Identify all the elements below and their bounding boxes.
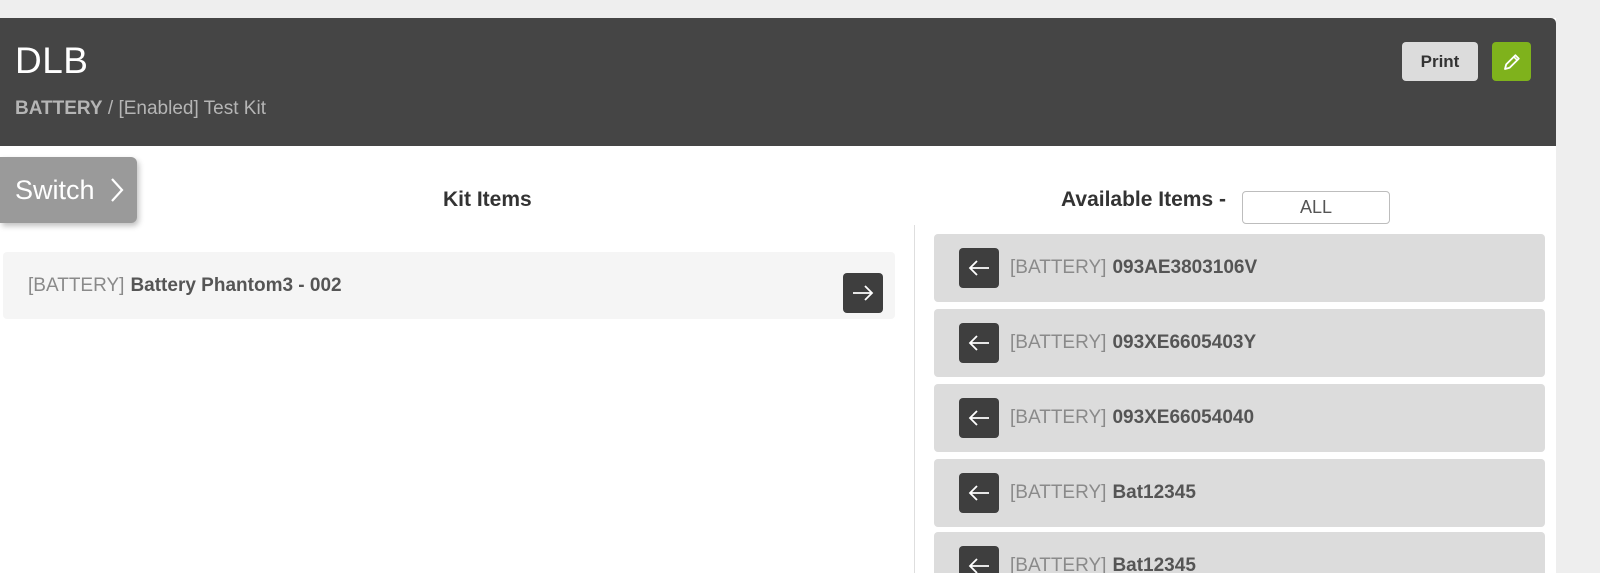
item-name: 093AE3803106V <box>1112 257 1258 278</box>
item-category: [BATTERY] <box>1010 257 1107 278</box>
item-category: [BATTERY] <box>28 274 125 296</box>
breadcrumb-kit-name: [Enabled] Test Kit <box>118 98 266 119</box>
kit-items-heading: Kit Items <box>443 188 532 211</box>
item-category: [BATTERY] <box>1010 555 1107 573</box>
kit-panel: DLB BATTERY / [Enabled] Test Kit Print K… <box>0 18 1556 573</box>
add-to-kit-button[interactable] <box>959 248 999 288</box>
add-to-kit-button[interactable] <box>959 473 999 513</box>
arrow-right-icon <box>851 284 875 302</box>
add-to-kit-button[interactable] <box>959 546 999 573</box>
available-item-row: [BATTERY] Bat12345 <box>934 459 1545 527</box>
arrow-left-icon <box>967 409 991 427</box>
breadcrumb-category[interactable]: BATTERY <box>15 98 103 119</box>
available-item-text: [BATTERY] Bat12345 <box>1010 532 1196 573</box>
column-divider <box>914 225 915 573</box>
arrow-left-icon <box>967 334 991 352</box>
switch-label: Switch <box>15 174 95 205</box>
pencil-icon <box>1502 52 1522 72</box>
available-item-row: [BATTERY] 093AE3803106V <box>934 234 1545 302</box>
add-to-kit-button[interactable] <box>959 323 999 363</box>
available-item-text: [BATTERY] 093XE66054040 <box>1010 384 1254 452</box>
kit-item-text: [BATTERY] Battery Phantom3 - 002 <box>28 252 342 319</box>
remove-from-kit-button[interactable] <box>843 273 883 313</box>
available-item-row: [BATTERY] 093XE66054040 <box>934 384 1545 452</box>
item-category: [BATTERY] <box>1010 332 1107 353</box>
available-item-row: [BATTERY] 093XE6605403Y <box>934 309 1545 377</box>
page-header: DLB BATTERY / [Enabled] Test Kit Print <box>0 18 1556 146</box>
switch-button[interactable]: Switch <box>0 157 137 223</box>
add-to-kit-button[interactable] <box>959 398 999 438</box>
available-items-heading: Available Items - <box>1061 188 1226 211</box>
arrow-left-icon <box>967 557 991 573</box>
breadcrumb-separator: / <box>102 98 119 119</box>
item-name: 093XE6605403Y <box>1112 332 1257 353</box>
arrow-left-icon <box>967 484 991 502</box>
available-item-text: [BATTERY] 093XE6605403Y <box>1010 309 1256 377</box>
available-item-text: [BATTERY] 093AE3803106V <box>1010 234 1257 302</box>
item-category: [BATTERY] <box>1010 482 1107 503</box>
available-filter-input[interactable] <box>1242 191 1390 224</box>
item-category: [BATTERY] <box>1010 407 1107 428</box>
edit-button[interactable] <box>1492 42 1531 81</box>
item-name: Bat12345 <box>1112 555 1196 573</box>
print-button[interactable]: Print <box>1402 42 1478 81</box>
item-name: Bat12345 <box>1112 482 1196 503</box>
breadcrumb: BATTERY / [Enabled] Test Kit <box>15 98 266 120</box>
available-item-text: [BATTERY] Bat12345 <box>1010 459 1196 527</box>
item-name: 093XE66054040 <box>1112 407 1255 428</box>
chevron-right-icon <box>109 176 125 204</box>
available-item-row: [BATTERY] Bat12345 <box>934 532 1545 573</box>
item-name: Battery Phantom3 - 002 <box>130 274 342 296</box>
kit-item-row: [BATTERY] Battery Phantom3 - 002 <box>3 252 895 319</box>
arrow-left-icon <box>967 259 991 277</box>
page-title: DLB <box>15 40 89 81</box>
